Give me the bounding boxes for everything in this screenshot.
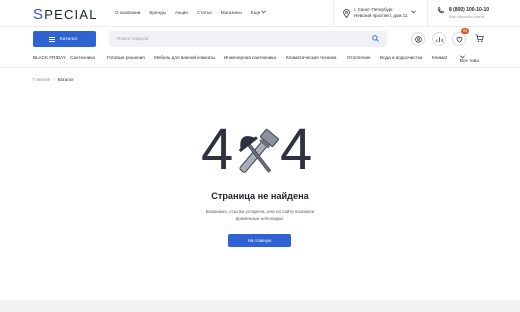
search-input[interactable]: Поиск товаров	[109, 31, 387, 47]
phone-number[interactable]: 8 (800) 100-10-10	[449, 7, 489, 13]
nav-stores[interactable]: Магазины	[221, 10, 242, 15]
category-bathroom-furniture[interactable]: Мебель для ванной комнаты	[154, 55, 215, 60]
error-description: Возможно, ссылка устарела, или на сайте …	[205, 209, 315, 221]
menu-icon	[49, 36, 55, 42]
contact-methods-link[interactable]: Все способы связи	[449, 14, 484, 19]
error-digit-right: 4	[280, 117, 313, 182]
phone-icon	[437, 7, 444, 14]
top-bar: SPECIAL О компании Бренды Акции Статьи М…	[0, 0, 520, 27]
category-black-friday[interactable]: BLACK FRIDAY	[33, 55, 66, 60]
breadcrumb: Главная › Каталог	[33, 77, 74, 82]
location-address: Невский проспект, дом 11	[354, 13, 408, 18]
category-ready-solutions[interactable]: Готовые решения	[107, 55, 145, 60]
category-plumbing[interactable]: Сантехника	[70, 55, 95, 60]
category-menu: BLACK FRIDAY Сантехника Готовые решения …	[33, 52, 493, 64]
breadcrumb-current: Каталог	[57, 77, 74, 82]
home-button[interactable]: На главную	[228, 234, 291, 247]
category-heating[interactable]: Отопление	[347, 55, 371, 60]
chevron-down-icon	[261, 10, 267, 14]
nav-about[interactable]: О компании	[115, 10, 140, 15]
logo-initial: S	[33, 6, 45, 23]
chevron-down-icon	[411, 10, 416, 14]
category-all-products[interactable]: Все това	[460, 55, 479, 63]
nav-more[interactable]: Ещё	[251, 10, 267, 15]
nav-articles[interactable]: Статьи	[197, 10, 212, 15]
compare-button[interactable]	[432, 32, 446, 46]
breadcrumb-home[interactable]: Главная	[33, 77, 50, 82]
logo-rest: PECIAL	[44, 7, 98, 22]
search-icon[interactable]	[372, 35, 379, 42]
cart-icon[interactable]	[475, 34, 484, 43]
catalog-label: Каталог	[60, 36, 78, 42]
favorites-count-badge: 99	[461, 28, 469, 34]
breadcrumb-separator: ›	[53, 77, 55, 82]
site-logo[interactable]: SPECIAL	[33, 6, 98, 23]
heart-icon	[456, 36, 462, 43]
location-text: г. Санкт-Петербург, Невский проспект, до…	[354, 7, 407, 19]
account-button[interactable]	[411, 32, 425, 46]
top-nav: О компании Бренды Акции Статьи Магазины …	[115, 10, 267, 15]
category-all-label: Все това	[460, 58, 479, 63]
user-icon	[414, 35, 422, 43]
catalog-button[interactable]: Каталог	[33, 31, 96, 47]
nav-more-label: Ещё	[250, 10, 261, 15]
search-placeholder: Поиск товаров	[117, 36, 149, 41]
divider	[0, 67, 520, 68]
category-climate[interactable]: Климат	[432, 55, 448, 60]
nav-promotions[interactable]: Акции	[175, 10, 188, 15]
footer	[0, 300, 520, 312]
category-climate-equipment[interactable]: Климатическая техника	[286, 55, 336, 60]
wrench-plunger-icon	[239, 128, 279, 173]
error-title: Страница не найдена	[211, 191, 309, 201]
compare-icon	[435, 36, 443, 42]
category-engineering-plumbing[interactable]: Инженерная сантехника	[224, 55, 276, 60]
map-pin-icon	[343, 9, 350, 18]
nav-brands[interactable]: Бренды	[149, 10, 166, 15]
divider	[427, 0, 428, 27]
favorites-button[interactable]: 99	[452, 28, 469, 46]
category-water-treatment[interactable]: Вода и водоочистка	[380, 55, 422, 60]
divider	[333, 0, 334, 27]
